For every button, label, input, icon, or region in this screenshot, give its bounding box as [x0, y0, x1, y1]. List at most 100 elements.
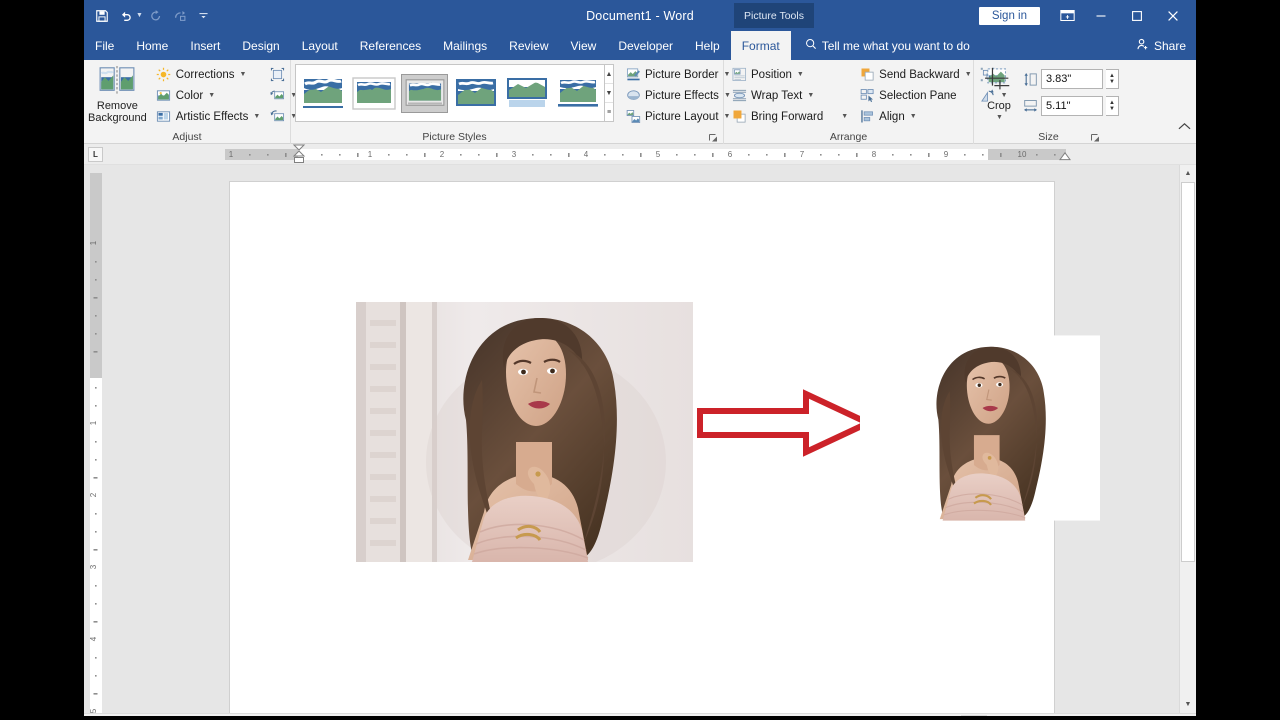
position-button[interactable]: Position ▼: [728, 64, 851, 85]
gallery-scroll-buttons[interactable]: ▲ ▼ ≡: [605, 64, 614, 122]
gallery-scroll-up-icon[interactable]: ▲: [605, 65, 613, 84]
selection-pane-button[interactable]: Selection Pane: [856, 85, 974, 106]
vertical-ruler[interactable]: 1 1 2 3 4 5: [88, 165, 104, 713]
minimize-button[interactable]: [1084, 0, 1118, 31]
background-removed-picture[interactable]: [860, 292, 1100, 564]
tab-review[interactable]: Review: [498, 31, 559, 60]
svg-text:1: 1: [229, 150, 234, 159]
svg-text:2: 2: [89, 492, 98, 497]
wrap-text-label: Wrap Text: [751, 89, 803, 102]
chevron-down-icon[interactable]: ▼: [208, 92, 215, 99]
picture-effects-button[interactable]: Picture Effects ▼: [622, 85, 734, 106]
crop-button[interactable]: Crop ▼: [978, 65, 1020, 124]
chevron-down-icon[interactable]: ▼: [253, 113, 260, 120]
proofing-errors-icon[interactable]: [219, 714, 255, 717]
shape-height-input[interactable]: 3.83": [1041, 69, 1103, 89]
tab-insert[interactable]: Insert: [179, 31, 231, 60]
bring-forward-button[interactable]: Bring Forward ▼: [728, 106, 851, 127]
remove-background-icon: [98, 65, 136, 98]
color-button[interactable]: Color ▼: [153, 85, 264, 106]
remove-background-button[interactable]: Remove Background: [88, 63, 147, 124]
sign-in-button[interactable]: Sign in: [978, 6, 1040, 25]
picture-style-thumb[interactable]: [503, 74, 550, 113]
picture-styles-gallery[interactable]: [295, 64, 605, 122]
chevron-down-icon[interactable]: ▼: [910, 113, 917, 120]
print-layout-view-button[interactable]: [961, 715, 988, 716]
web-layout-view-button[interactable]: [989, 715, 1015, 716]
picture-style-thumb[interactable]: [350, 74, 397, 113]
maximize-button[interactable]: [1120, 0, 1154, 31]
scroll-down-icon[interactable]: ▼: [1180, 696, 1196, 713]
share-button[interactable]: Share: [1136, 31, 1186, 60]
title-bar: ▼ Document1 - Word Picture Tools Sign in: [84, 0, 1196, 31]
tab-stop-selector[interactable]: L: [88, 147, 103, 162]
scrollbar-track[interactable]: [1180, 182, 1196, 696]
picture-style-thumb[interactable]: [554, 74, 601, 113]
send-backward-label: Send Backward: [879, 68, 960, 81]
page-indicator[interactable]: Page 1 of 1: [84, 714, 160, 717]
indent-marker-right[interactable]: [1059, 152, 1071, 161]
zoom-out-button[interactable]: −: [1017, 714, 1031, 716]
search-icon: [805, 38, 817, 53]
group-label-adjust: Adjust: [172, 131, 202, 143]
read-mode-view-button[interactable]: [933, 715, 959, 716]
wrap-text-button[interactable]: Wrap Text ▼: [728, 85, 851, 106]
artistic-effects-button[interactable]: Artistic Effects ▼: [153, 106, 264, 127]
align-button[interactable]: Align ▼: [856, 106, 974, 127]
close-button[interactable]: [1156, 0, 1190, 31]
window-controls: Sign in: [978, 0, 1190, 31]
red-arrow-shape[interactable]: [696, 389, 876, 457]
send-backward-button[interactable]: Send Backward ▼: [856, 64, 974, 85]
chevron-down-icon[interactable]: ▼: [965, 71, 972, 78]
zoom-in-button[interactable]: +: [1140, 714, 1154, 716]
ribbon-tab-bar: File Home Insert Design Layout Reference…: [84, 31, 1196, 60]
tab-references[interactable]: References: [349, 31, 432, 60]
chevron-down-icon[interactable]: ▼: [797, 71, 804, 78]
compress-pictures-icon: [269, 67, 285, 83]
share-label: Share: [1153, 38, 1186, 53]
shape-width-input[interactable]: 5.11": [1041, 96, 1103, 116]
indent-markers-left[interactable]: [292, 144, 306, 165]
document-page[interactable]: [230, 182, 1100, 713]
shape-height-stepper[interactable]: ▲ ▼: [1106, 69, 1119, 89]
picture-effects-label: Picture Effects: [645, 89, 719, 102]
group-label-spacer: [622, 130, 719, 144]
ribbon-display-options-icon[interactable]: [1052, 0, 1082, 31]
word-count[interactable]: 0 words: [160, 714, 219, 717]
tab-layout[interactable]: Layout: [291, 31, 349, 60]
scrollbar-thumb[interactable]: [1181, 182, 1195, 563]
scroll-up-icon[interactable]: ▲: [1180, 165, 1196, 182]
gallery-more-icon[interactable]: ≡: [605, 103, 613, 121]
corrections-button[interactable]: Corrections ▼: [153, 64, 264, 85]
picture-layout-button[interactable]: Picture Layout ▼: [622, 106, 734, 127]
picture-style-thumb[interactable]: [299, 74, 346, 113]
size-dialog-launcher[interactable]: [1090, 131, 1101, 144]
tab-design[interactable]: Design: [231, 31, 290, 60]
accessibility-checker-icon[interactable]: [255, 714, 291, 717]
chevron-down-icon[interactable]: ▼: [807, 92, 814, 99]
ribbon-group-picture-styles: ▲ ▼ ≡ Picture Styles: [290, 60, 618, 144]
shape-width-stepper[interactable]: ▲ ▼: [1106, 96, 1119, 116]
picture-border-button[interactable]: Picture Border ▼: [622, 64, 734, 85]
horizontal-ruler[interactable]: 1 1 2 3 4 5 6 7 8 9 10: [225, 148, 1066, 161]
corrections-label: Corrections: [175, 68, 235, 81]
picture-style-thumb[interactable]: [452, 74, 499, 113]
tab-help[interactable]: Help: [684, 31, 731, 60]
gallery-scroll-down-icon[interactable]: ▼: [605, 84, 613, 103]
chevron-down-icon[interactable]: ▼: [240, 71, 247, 78]
chevron-down-icon[interactable]: ▼: [841, 113, 848, 120]
original-picture[interactable]: [356, 302, 693, 562]
tab-view[interactable]: View: [560, 31, 608, 60]
tab-format[interactable]: Format: [730, 31, 791, 60]
picture-style-thumb-selected[interactable]: [401, 73, 448, 113]
group-label-arrange: Arrange: [829, 131, 868, 143]
tab-developer[interactable]: Developer: [607, 31, 684, 60]
tab-mailings[interactable]: Mailings: [432, 31, 498, 60]
vertical-scrollbar[interactable]: ▲ ▼: [1179, 165, 1196, 713]
picture-styles-dialog-launcher[interactable]: [708, 131, 719, 144]
tell-me-search[interactable]: Tell me what you want to do: [805, 31, 970, 60]
tab-home[interactable]: Home: [125, 31, 179, 60]
tab-file[interactable]: File: [84, 31, 125, 60]
chevron-down-icon[interactable]: ▼: [996, 112, 1003, 124]
collapse-ribbon-icon[interactable]: [1178, 122, 1191, 134]
